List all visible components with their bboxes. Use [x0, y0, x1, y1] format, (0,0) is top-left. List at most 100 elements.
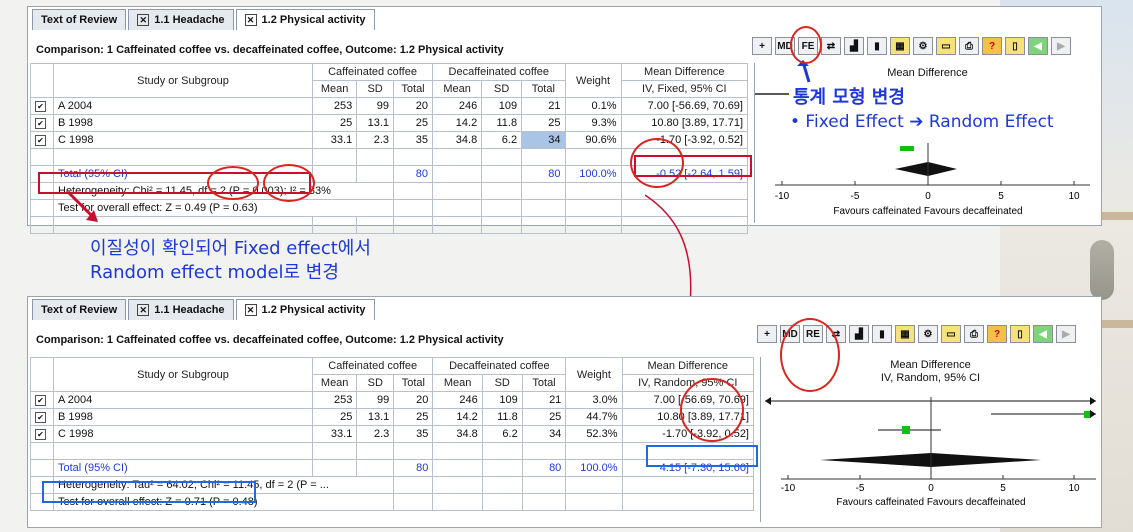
overall-effect-highlight-box	[42, 481, 256, 503]
study-name[interactable]: B 1998	[53, 114, 313, 132]
forward-arrow-icon[interactable]: ▶	[1056, 325, 1076, 343]
tab-headache[interactable]: ✕ 1.1 Headache	[128, 299, 234, 320]
tab-text-of-review[interactable]: Text of Review	[32, 299, 127, 320]
cell[interactable]: 109	[481, 97, 523, 115]
total-ci-circle	[630, 138, 684, 188]
heterogeneity-note-line1: 이질성이 확인되어 Fixed effect에서	[90, 238, 371, 259]
swap-icon[interactable]: ⇄	[821, 37, 841, 55]
close-icon[interactable]: ✕	[244, 304, 257, 316]
grid-icon[interactable]: ▦	[895, 325, 915, 343]
cell[interactable]: 20	[393, 391, 434, 409]
book-icon[interactable]: ▯	[1005, 37, 1025, 55]
grid-icon[interactable]: ▦	[890, 37, 910, 55]
study-name[interactable]: C 1998	[53, 425, 313, 443]
tab-physical-activity[interactable]: ✕ 1.2 Physical activity	[235, 9, 375, 30]
tab-text-of-review[interactable]: Text of Review	[32, 9, 127, 30]
cell[interactable]: 109	[481, 391, 523, 409]
study-name[interactable]: C 1998	[53, 131, 313, 149]
include-checkbox[interactable]: ✔	[35, 100, 46, 112]
include-checkbox[interactable]: ✔	[35, 411, 46, 423]
add-icon[interactable]: +	[757, 325, 777, 343]
cell[interactable]: 35	[393, 425, 434, 443]
cell[interactable]: 25	[311, 408, 358, 426]
help-icon[interactable]: ?	[987, 325, 1007, 343]
tab-headache[interactable]: ✕ 1.1 Headache	[128, 9, 234, 30]
include-checkbox[interactable]: ✔	[35, 394, 46, 406]
cell[interactable]: 25	[521, 114, 566, 132]
book-icon[interactable]: ▯	[1010, 325, 1030, 343]
tick-label: -5	[851, 191, 860, 202]
add-icon[interactable]: +	[752, 37, 772, 55]
cell[interactable]: 25	[521, 408, 567, 426]
cell[interactable]: 13.1	[356, 114, 395, 132]
weight-value: 3.0%	[565, 391, 623, 409]
calculator-icon[interactable]: ▮	[872, 325, 892, 343]
include-checkbox[interactable]: ✔	[35, 117, 46, 129]
forward-arrow-icon[interactable]: ▶	[1051, 37, 1071, 55]
cell[interactable]: 6.2	[481, 131, 523, 149]
cell[interactable]: 33.1	[311, 425, 358, 443]
cell[interactable]: 25	[393, 114, 434, 132]
weight-value: 44.7%	[565, 408, 623, 426]
col-decaffeinated: Decaffeinated coffee	[432, 357, 567, 375]
cell[interactable]: 14.2	[432, 408, 483, 426]
note-icon[interactable]: ▭	[936, 37, 956, 55]
cell[interactable]: 99	[356, 97, 395, 115]
back-arrow-icon[interactable]: ◀	[1028, 37, 1048, 55]
table-row[interactable]: ✔ B 1998 25 13.1 25 14.2 11.8 25 44.7% 1…	[30, 408, 755, 426]
weight-value: 52.3%	[565, 425, 623, 443]
back-arrow-icon[interactable]: ◀	[1033, 325, 1053, 343]
cell[interactable]: 20	[393, 97, 434, 115]
cell[interactable]: 246	[432, 97, 483, 115]
properties-icon[interactable]: ⚙	[913, 37, 933, 55]
cell[interactable]: 35	[393, 131, 434, 149]
cell[interactable]: 34.8	[432, 425, 483, 443]
cell[interactable]: 253	[311, 97, 358, 115]
cell[interactable]: 25	[393, 408, 434, 426]
weight-value: 0.1%	[564, 97, 622, 115]
chart-icon[interactable]: ▟	[849, 325, 869, 343]
study-name[interactable]: A 2004	[53, 97, 313, 115]
cell[interactable]: 21	[521, 391, 567, 409]
cell-selected[interactable]: 34	[521, 131, 566, 149]
cell[interactable]: 99	[356, 391, 395, 409]
close-icon[interactable]: ✕	[244, 14, 257, 26]
col-mean-difference: Mean Difference	[620, 63, 749, 81]
include-checkbox[interactable]: ✔	[35, 134, 46, 146]
cell[interactable]: 33.1	[311, 131, 358, 149]
close-icon[interactable]: ✕	[137, 304, 150, 316]
heterogeneity-note-line2: Random effect model로 변경	[90, 262, 339, 283]
cell[interactable]: 25	[311, 114, 358, 132]
table-row[interactable]: ✔ B 1998 25 13.1 25 14.2 11.8 25 9.3% 10…	[30, 114, 749, 132]
help-icon[interactable]: ?	[982, 37, 1002, 55]
table-row[interactable]: ✔ C 1998 33.1 2.3 35 34.8 6.2 34 52.3% -…	[30, 425, 755, 443]
cell[interactable]: 14.2	[432, 114, 483, 132]
print-icon[interactable]: ⎙	[964, 325, 984, 343]
study-name[interactable]: B 1998	[53, 408, 313, 426]
cell[interactable]: 2.3	[356, 131, 395, 149]
cell[interactable]: 6.2	[481, 425, 523, 443]
cell[interactable]: 34.8	[432, 131, 483, 149]
cell[interactable]: 2.3	[356, 425, 395, 443]
table-row[interactable]: ✔ A 2004 253 99 20 246 109 21 0.1% 7.00 …	[30, 97, 749, 115]
chart-icon[interactable]: ▟	[844, 37, 864, 55]
print-icon[interactable]: ⎙	[959, 37, 979, 55]
note-icon[interactable]: ▭	[941, 325, 961, 343]
cell[interactable]: 13.1	[356, 408, 395, 426]
cell[interactable]: 21	[521, 97, 566, 115]
cell[interactable]: 11.8	[481, 114, 523, 132]
calculator-icon[interactable]: ▮	[867, 37, 887, 55]
cell[interactable]: 246	[432, 391, 483, 409]
red-arrow	[66, 190, 98, 222]
col-total: Total	[393, 374, 434, 392]
tick-label: 10	[1068, 191, 1080, 202]
study-name[interactable]: A 2004	[53, 391, 313, 409]
cell[interactable]: 34	[521, 425, 567, 443]
properties-icon[interactable]: ⚙	[918, 325, 938, 343]
tab-physical-activity[interactable]: ✕ 1.2 Physical activity	[235, 299, 375, 320]
cell[interactable]: 253	[311, 391, 358, 409]
include-checkbox[interactable]: ✔	[35, 428, 46, 440]
cell[interactable]: 11.8	[481, 408, 523, 426]
close-icon[interactable]: ✕	[137, 14, 150, 26]
table-row[interactable]: ✔ A 2004 253 99 20 246 109 21 3.0% 7.00 …	[30, 391, 755, 409]
